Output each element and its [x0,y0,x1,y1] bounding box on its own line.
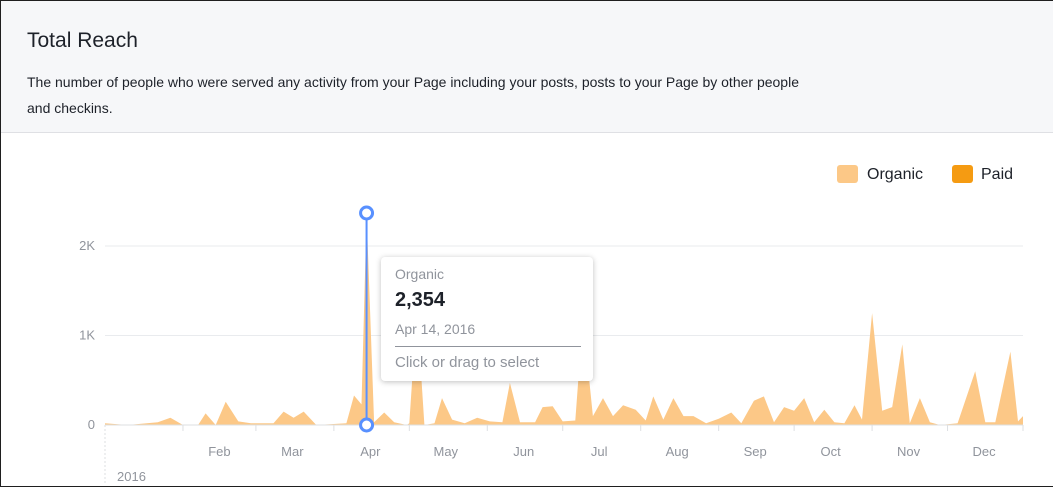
legend-label-organic: Organic [867,166,923,183]
tooltip-date: Apr 14, 2016 [395,321,476,337]
cursor-bottom-handle[interactable] [359,417,375,433]
x-tick-label: Aug [666,444,689,459]
card-header: Total Reach The number of people who wer… [1,1,1053,133]
card-description: The number of people who were served any… [27,69,1047,121]
x-tick-label: Nov [897,444,921,459]
tooltip-series: Organic [395,266,445,282]
x-tick-label: Jun [513,444,534,459]
year-label: 2016 [117,469,146,484]
y-tick-label: 0 [88,417,95,432]
x-tick-label: Sep [744,444,767,459]
x-tick-label: Oct [820,444,841,459]
card-title: Total Reach [27,29,138,52]
total-reach-card: Total Reach The number of people who wer… [0,0,1053,487]
y-tick-label: 2K [79,238,95,253]
legend-swatch-organic [837,165,858,183]
x-tick-label: Jul [591,444,608,459]
tooltip-value: 2,354 [395,289,446,311]
x-axis: Feb Mar Apr May Jun Jul Aug Sep Oct Nov Dec 2016 [104,424,1024,485]
x-tick-label: Dec [972,444,996,459]
legend-swatch-paid [952,165,973,183]
legend-label-paid: Paid [981,166,1013,183]
legend: Organic Paid [837,165,1013,183]
tooltip-hint: Click or drag to select [395,354,540,371]
description-line-1: The number of people who were served any… [27,74,799,90]
description-line-2: and checkins. [27,100,113,116]
x-tick-label: Apr [360,444,381,459]
tooltip-divider [395,346,581,347]
x-tick-label: May [434,444,459,459]
cursor-top-handle[interactable] [359,205,375,221]
x-tick-label: Feb [208,444,230,459]
hover-tooltip: Organic 2,354 Apr 14, 2016 Click or drag… [381,257,593,381]
x-tick-label: Mar [281,444,304,459]
y-axis: 0 1K 2K [79,238,95,432]
y-tick-label: 1K [79,328,95,343]
